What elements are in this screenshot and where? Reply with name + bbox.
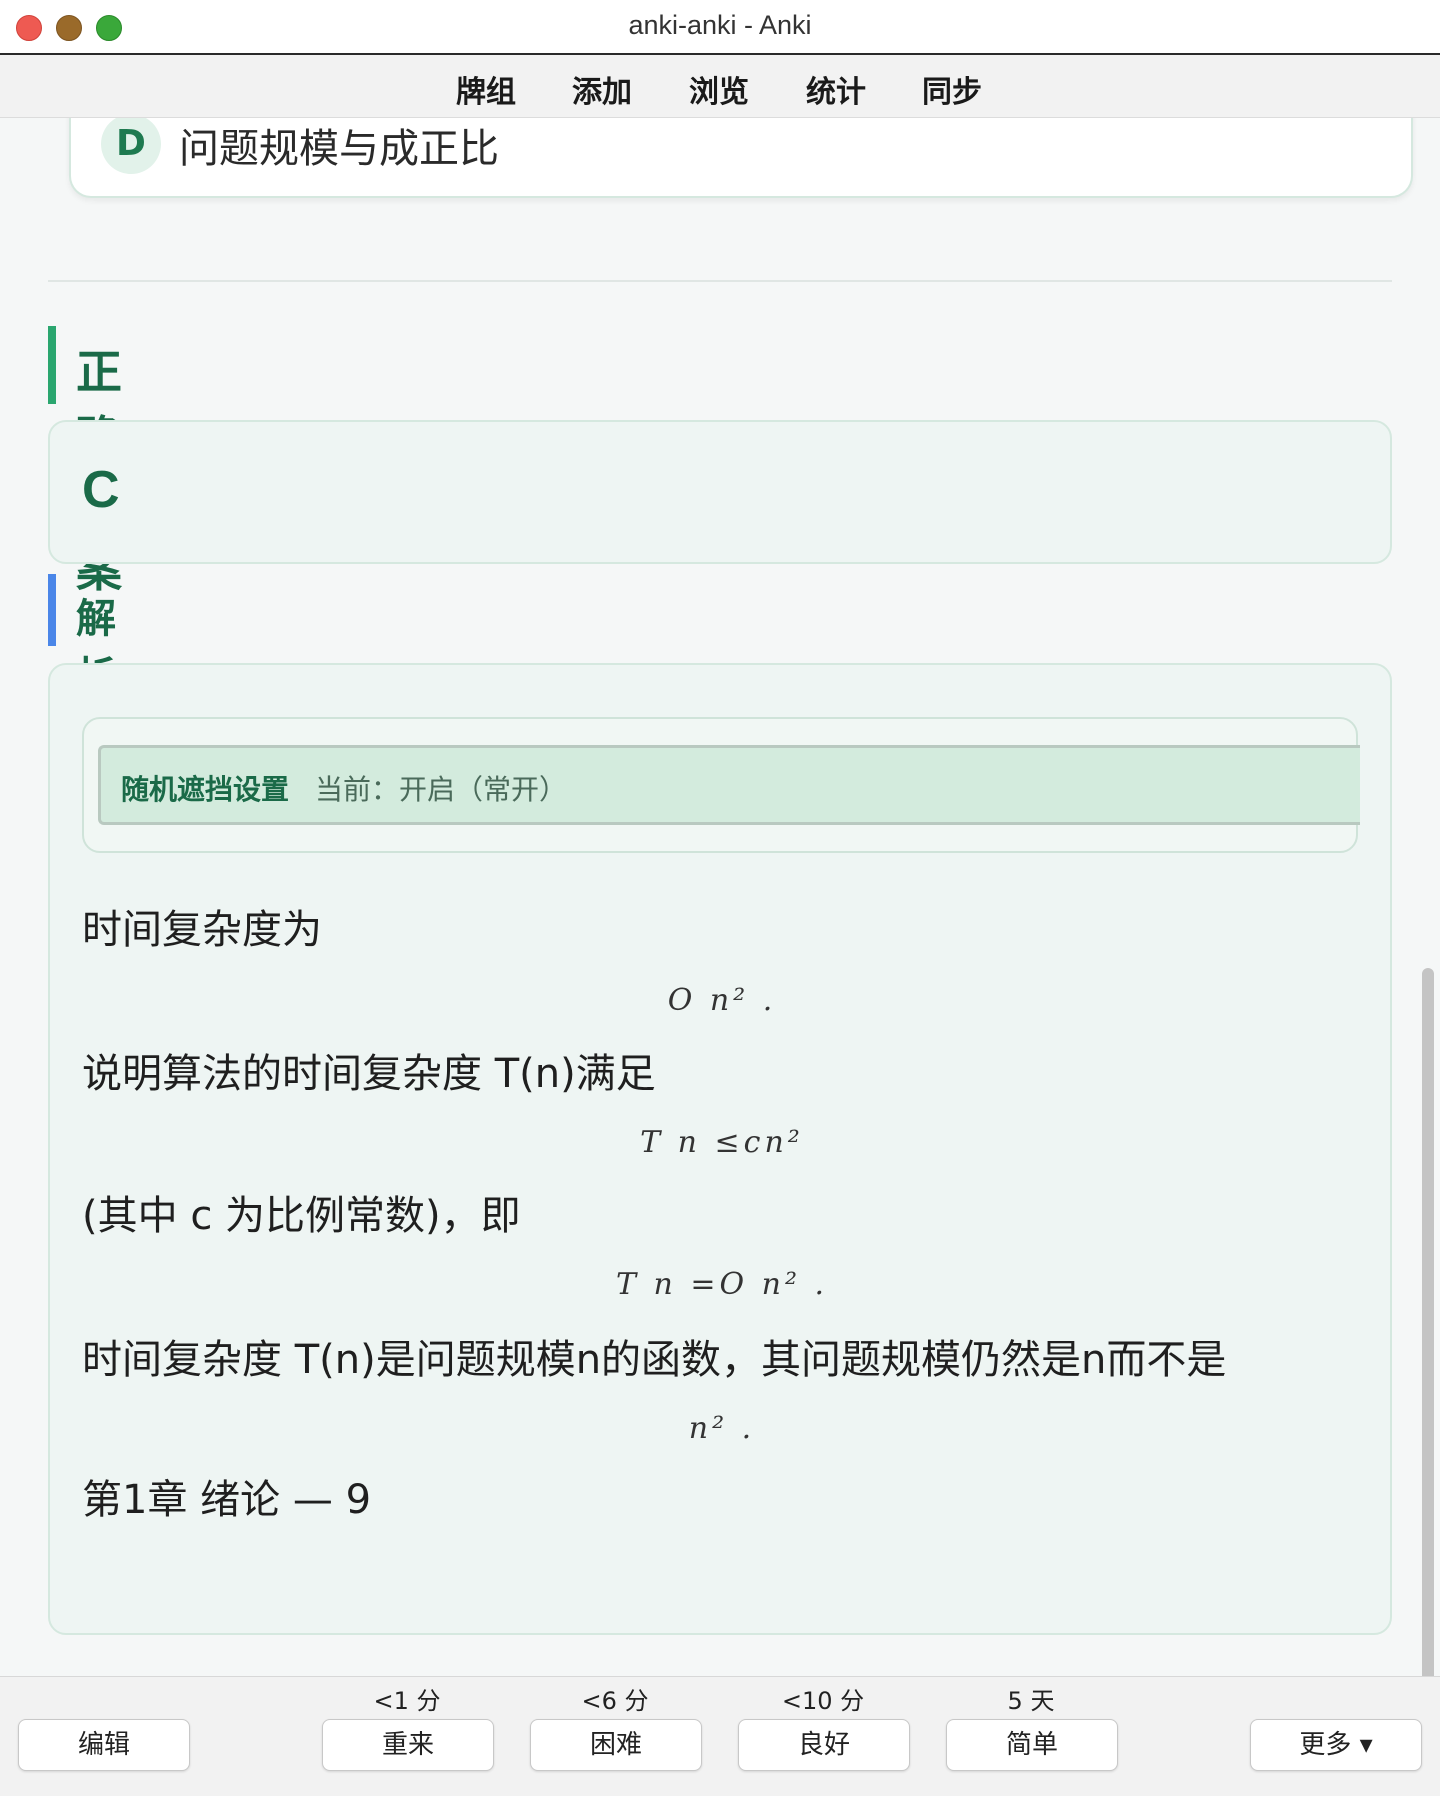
toolbar-add-link[interactable]: 添加 — [572, 67, 632, 111]
option-letter-badge: D — [101, 118, 161, 174]
analysis-paragraph: (其中 c 为比例常数)，即 — [82, 1193, 521, 1239]
easy-button[interactable]: 简单 — [946, 1719, 1118, 1771]
good-button[interactable]: 良好 — [738, 1719, 910, 1771]
again-button[interactable]: 重来 — [322, 1719, 494, 1771]
correct-answer-card: C — [48, 420, 1392, 564]
main-toolbar: 牌组 添加 浏览 统计 同步 — [0, 55, 1440, 118]
analysis-heading: 解析 — [48, 574, 116, 700]
hard-interval: <6 分 — [581, 1687, 649, 1715]
title-bar: anki-anki - Anki — [0, 0, 1440, 55]
analysis-paragraph: 时间复杂度 T(n)是问题规模n的函数，其问题规模仍然是n而不是 — [82, 1337, 1227, 1383]
good-interval: <10 分 — [781, 1687, 865, 1715]
card-review-area: D 问题规模与成正比 正确答案 C 解析 随机遮挡设置 当前：开启（常开） 时间… — [0, 118, 1440, 1676]
hard-button[interactable]: 困难 — [530, 1719, 702, 1771]
answer-bar: 编辑 <1 分 重来 <6 分 困难 <10 分 良好 5 天 简单 更多 ▾ — [0, 1676, 1440, 1796]
random-mask-status: 当前：开启（常开） — [315, 773, 568, 806]
formula-image: O n² . — [667, 983, 777, 1018]
edit-button[interactable]: 编辑 — [18, 1719, 190, 1771]
toolbar-browse-link[interactable]: 浏览 — [689, 67, 749, 111]
correct-answer-heading: 正确答案 — [48, 326, 122, 597]
vertical-scrollbar[interactable] — [1422, 968, 1434, 1676]
random-mask-toggle[interactable]: 随机遮挡设置 当前：开启（常开） — [98, 745, 1360, 825]
random-mask-label: 随机遮挡设置 — [121, 773, 290, 806]
formula-image: T n =O n² . — [615, 1267, 829, 1302]
correct-answer-value: C — [82, 461, 120, 519]
formula-image: n² . — [688, 1411, 756, 1446]
option-d-card[interactable]: D 问题规模与成正比 — [69, 118, 1413, 198]
analysis-source-note: 第1章 绪论 — 9 — [82, 1477, 372, 1523]
easy-interval: 5 天 — [1007, 1687, 1055, 1715]
option-text: 问题规模与成正比 — [179, 126, 499, 172]
anki-window: anki-anki - Anki 牌组 添加 浏览 统计 同步 D 问题规模与成… — [0, 0, 1440, 1796]
more-menu-button[interactable]: 更多 ▾ — [1250, 1719, 1422, 1771]
window-title: anki-anki - Anki — [628, 10, 812, 40]
analysis-paragraph: 时间复杂度为 — [82, 907, 322, 953]
again-interval: <1 分 — [373, 1687, 441, 1715]
analysis-paragraph: 说明算法的时间复杂度 T(n)满足 — [82, 1051, 656, 1097]
toolbar-sync-link[interactable]: 同步 — [922, 67, 982, 111]
section-divider — [48, 280, 1392, 282]
toolbar-decks-link[interactable]: 牌组 — [456, 67, 516, 111]
random-mask-panel: 随机遮挡设置 当前：开启（常开） — [82, 717, 1360, 853]
formula-image: T n ≤cn² — [640, 1125, 804, 1160]
toolbar-stats-link[interactable]: 统计 — [806, 67, 866, 111]
analysis-card: 随机遮挡设置 当前：开启（常开） 时间复杂度为 O n² . 说明算法的时间复杂… — [48, 663, 1392, 1635]
